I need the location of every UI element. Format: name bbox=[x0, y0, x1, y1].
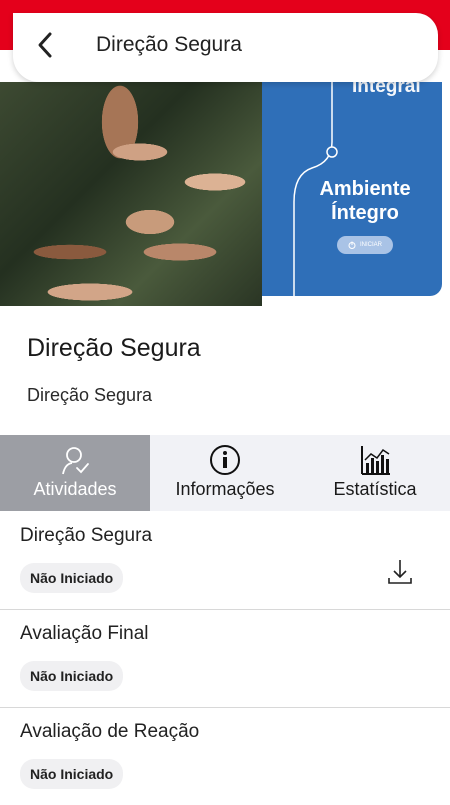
download-icon bbox=[388, 560, 412, 584]
tab-label-informacoes: Informações bbox=[175, 479, 275, 499]
list-item[interactable]: Direção Segura Não Iniciado bbox=[0, 511, 450, 610]
banner-title: Ambiente Íntegro bbox=[300, 177, 430, 225]
list-item[interactable]: Avaliação Final Não Iniciado bbox=[0, 609, 450, 708]
course-title: Direção Segura bbox=[27, 334, 201, 362]
course-subtitle: Direção Segura bbox=[27, 385, 153, 405]
user-check-icon bbox=[62, 447, 89, 475]
bar-chart-icon bbox=[361, 446, 390, 475]
status-badge: Não Iniciado bbox=[20, 563, 124, 593]
list-item[interactable]: Avaliação de Reação Não Iniciado bbox=[0, 707, 450, 805]
tab-label-atividades: Atividades bbox=[33, 479, 117, 499]
tab-estatistica[interactable]: Estatística bbox=[300, 435, 450, 511]
tab-atividades[interactable]: Atividades bbox=[0, 435, 150, 511]
activity-title: Avaliação de Reação bbox=[20, 721, 200, 742]
activity-title: Direção Segura bbox=[20, 525, 153, 546]
status-badge: Não Iniciado bbox=[20, 661, 124, 691]
back-button[interactable] bbox=[27, 27, 63, 63]
banner-title-line1: Ambiente bbox=[319, 178, 411, 200]
status-badge: Não Iniciado bbox=[20, 759, 124, 789]
tab-bar: Atividades Informações Estatística bbox=[0, 435, 450, 511]
page-title: Direção Segura bbox=[96, 33, 242, 56]
banner-top-text: Integral bbox=[352, 82, 421, 97]
activity-title: Avaliação Final bbox=[20, 623, 149, 644]
tab-label-estatistica: Estatística bbox=[333, 479, 417, 499]
chevron-left-icon bbox=[38, 32, 52, 58]
banner-start-label: INICIAR bbox=[359, 242, 382, 248]
course-banner: Integral Ambiente Íntegro INICIAR bbox=[0, 82, 450, 306]
download-button[interactable] bbox=[388, 559, 412, 590]
info-icon bbox=[210, 445, 240, 475]
banner-title-line2: Íntegro bbox=[331, 202, 399, 224]
banner-start-button: INICIAR bbox=[337, 236, 393, 254]
power-icon bbox=[348, 241, 356, 249]
tab-informacoes[interactable]: Informações bbox=[150, 435, 300, 511]
app-header: Direção Segura bbox=[13, 13, 438, 82]
hands-together-photo bbox=[0, 82, 262, 306]
